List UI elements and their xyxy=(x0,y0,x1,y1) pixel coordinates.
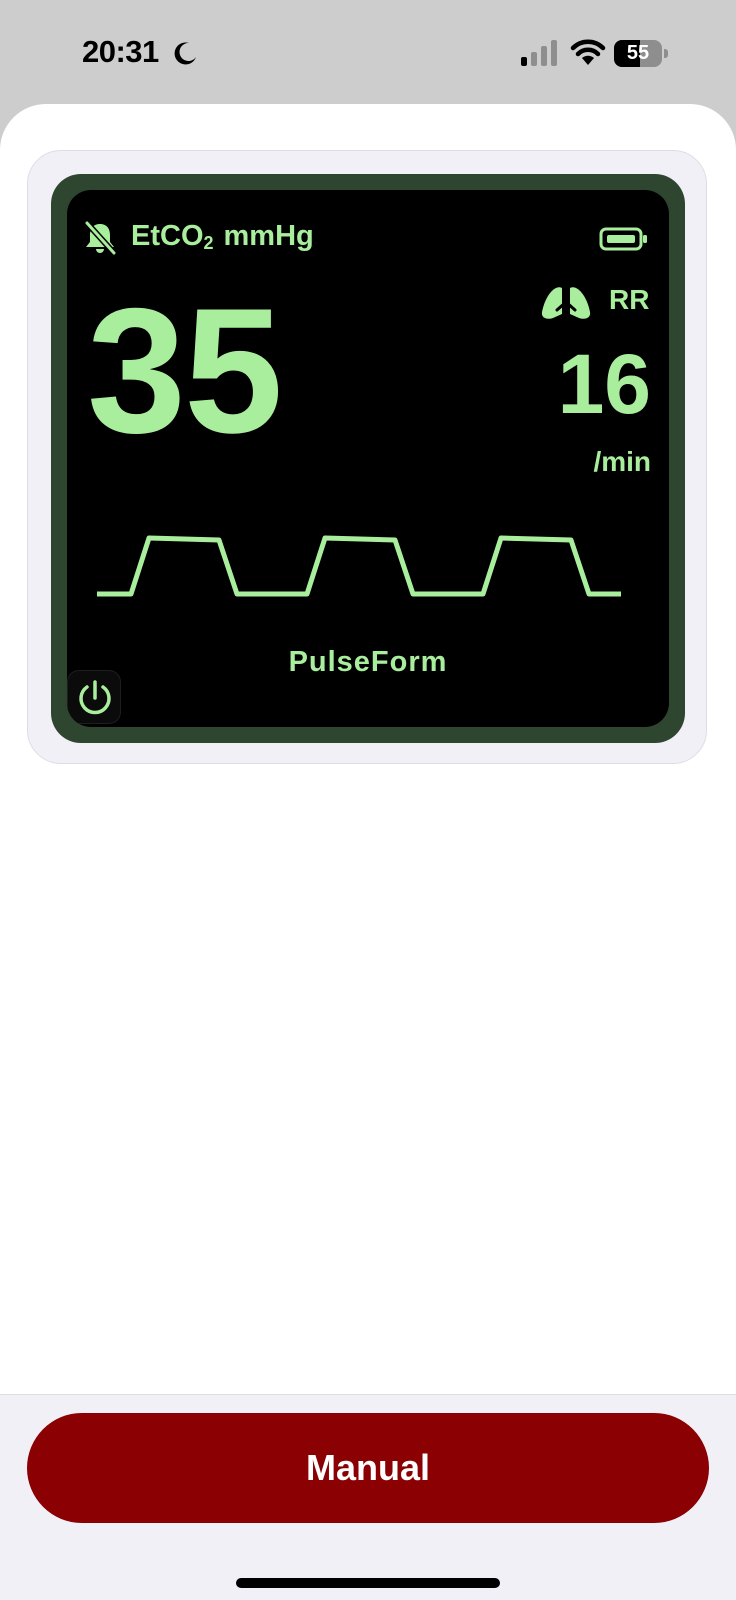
battery-icon xyxy=(599,227,647,251)
wifi-icon xyxy=(570,39,606,65)
status-time: 20:31 xyxy=(82,34,159,69)
power-button[interactable] xyxy=(67,670,121,724)
parameter-label: EtCO2 mmHg xyxy=(131,220,314,254)
rr-unit: /min xyxy=(593,446,651,477)
device-name: PulseForm xyxy=(288,646,448,678)
parameter-unit: mmHg xyxy=(223,220,314,252)
rr-value: 16 xyxy=(557,337,651,431)
home-indicator[interactable] xyxy=(236,1578,500,1588)
parameter-name: EtCO xyxy=(131,220,204,252)
bell-slash-icon[interactable] xyxy=(83,220,117,256)
power-icon xyxy=(79,680,111,715)
status-bar: 20:31 55 xyxy=(0,0,736,104)
monitor-screen: EtCO2 mmHg 35 RR 16 /min PulseForm xyxy=(67,190,669,727)
manual-button[interactable]: Manual xyxy=(27,1413,709,1523)
rr-label: RR xyxy=(609,284,650,315)
battery-percent: 55 xyxy=(626,42,650,64)
etco2-value: 35 xyxy=(87,271,283,470)
parameter-subscript: 2 xyxy=(203,233,214,253)
lungs-icon xyxy=(541,282,591,319)
cellular-signal-icon xyxy=(521,40,557,66)
moon-icon xyxy=(174,42,196,65)
status-battery: 55 xyxy=(614,40,670,68)
capnography-waveform xyxy=(97,535,621,597)
